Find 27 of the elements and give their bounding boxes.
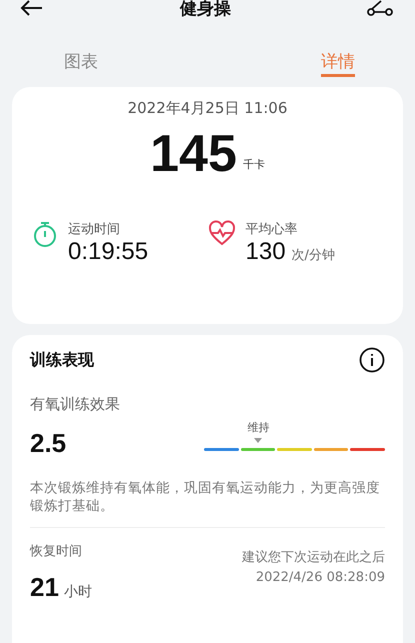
tab[interactable]: 详情 [321,50,355,77]
info-icon[interactable] [359,347,385,373]
workout-datetime: 2022年4月25日 11:06 [128,99,288,118]
recovery-time: 2022/4/26 08:28:09 [254,570,385,585]
effect-description: 本次锻炼维持有氧体能，巩固有氧运动能力，为更高强度锻炼打基础。 [30,479,385,528]
pointer-icon [254,438,262,443]
calories-unit: 千卡 [242,157,265,172]
scale-label: 维持 [247,420,270,435]
back-icon[interactable] [20,0,44,16]
stat-value: 0:19:55 [68,238,148,265]
section-title: 训练表现 [30,350,94,370]
route-icon[interactable] [367,0,393,16]
stat-label: 运动时间 [68,221,121,238]
calories-value: 145 [150,126,237,182]
aerobic-effect-value: 2.5 [30,428,66,459]
heart-rate-icon [208,220,236,246]
recovery-note: 建议您下次运动在此之后 [242,549,385,566]
stat-unit: 次/分钟 [292,248,335,263]
stat-label: 平均心率 [246,221,298,238]
aerobic-effect-label: 有氧训练效果 [30,395,121,414]
recovery-label: 恢复时间 [30,543,83,560]
recovery-value: 21 [30,572,59,602]
recovery-unit: 小时 [64,584,92,600]
stopwatch-icon [32,220,58,248]
tab[interactable]: 图表 [64,50,98,77]
stat-value: 130 [246,238,286,265]
page-title: 健身操 [180,0,231,18]
